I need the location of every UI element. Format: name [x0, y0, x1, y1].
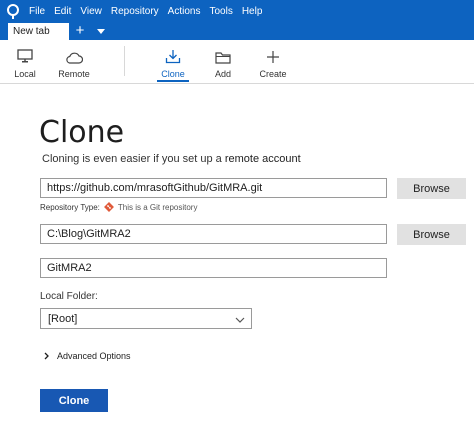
page-title: Clone [39, 115, 125, 150]
menu-bar: File Edit View Repository Actions Tools … [0, 0, 474, 23]
menu-repository[interactable]: Repository [111, 0, 159, 23]
chevron-right-icon [44, 352, 49, 360]
toolbar-create-label: Create [259, 69, 287, 79]
local-folder-value: [Root] [48, 312, 78, 325]
toolbar-remote-label: Remote [58, 69, 90, 79]
monitor-icon [12, 44, 38, 64]
remote-account-link[interactable]: remote account [225, 153, 301, 165]
tab-strip: New tab + [0, 23, 474, 40]
add-tab-button[interactable]: + [71, 23, 89, 40]
repository-type: Repository Type: This is a Git repositor… [40, 202, 197, 212]
toolbar: Local Remote Clone Add Create [0, 40, 474, 84]
destination-path-input[interactable] [40, 224, 387, 244]
folder-icon [212, 44, 234, 64]
repository-name-input[interactable] [40, 258, 387, 278]
browse-source-button[interactable]: Browse [397, 178, 466, 199]
remote-account-hint: Cloning is even easier if you set up a r… [42, 153, 301, 165]
cloud-icon [57, 44, 91, 64]
browse-destination-button[interactable]: Browse [397, 224, 466, 245]
menu-edit[interactable]: Edit [54, 0, 71, 23]
advanced-options-label: Advanced Options [57, 351, 131, 361]
git-icon [103, 202, 114, 212]
toolbar-clone-label: Clone [161, 69, 185, 79]
menu-tools[interactable]: Tools [209, 0, 232, 23]
download-icon [160, 44, 186, 64]
toolbar-local-label: Local [14, 69, 36, 79]
toolbar-remote[interactable]: Remote [57, 44, 91, 82]
toolbar-add-label: Add [214, 69, 231, 79]
menu-view[interactable]: View [80, 0, 102, 23]
clone-button[interactable]: Clone [40, 389, 108, 412]
sourcetree-logo-icon [0, 0, 26, 23]
hint-text: Cloning is even easier if you set up a [42, 153, 222, 165]
source-url-input[interactable] [40, 178, 387, 198]
toolbar-clone[interactable]: Clone [157, 44, 189, 82]
toolbar-local[interactable]: Local [12, 44, 38, 82]
menu-help[interactable]: Help [242, 0, 263, 23]
menu-file[interactable]: File [29, 0, 45, 23]
toolbar-add[interactable]: Add [212, 44, 234, 82]
tab-dropdown-icon[interactable] [94, 23, 108, 40]
menu-actions[interactable]: Actions [168, 0, 201, 23]
tab-new[interactable]: New tab [8, 23, 69, 40]
advanced-options-toggle[interactable]: Advanced Options [44, 351, 131, 361]
local-folder-select[interactable]: [Root] [40, 308, 252, 329]
plus-icon [259, 44, 287, 64]
toolbar-create[interactable]: Create [259, 44, 287, 82]
clone-panel: Clone Cloning is even easier if you set … [0, 84, 474, 425]
repository-type-label: Repository Type: [40, 202, 100, 212]
repository-type-value: This is a Git repository [117, 202, 198, 212]
toolbar-separator [124, 46, 125, 76]
chevron-down-icon [235, 314, 245, 326]
local-folder-label: Local Folder: [40, 291, 98, 302]
